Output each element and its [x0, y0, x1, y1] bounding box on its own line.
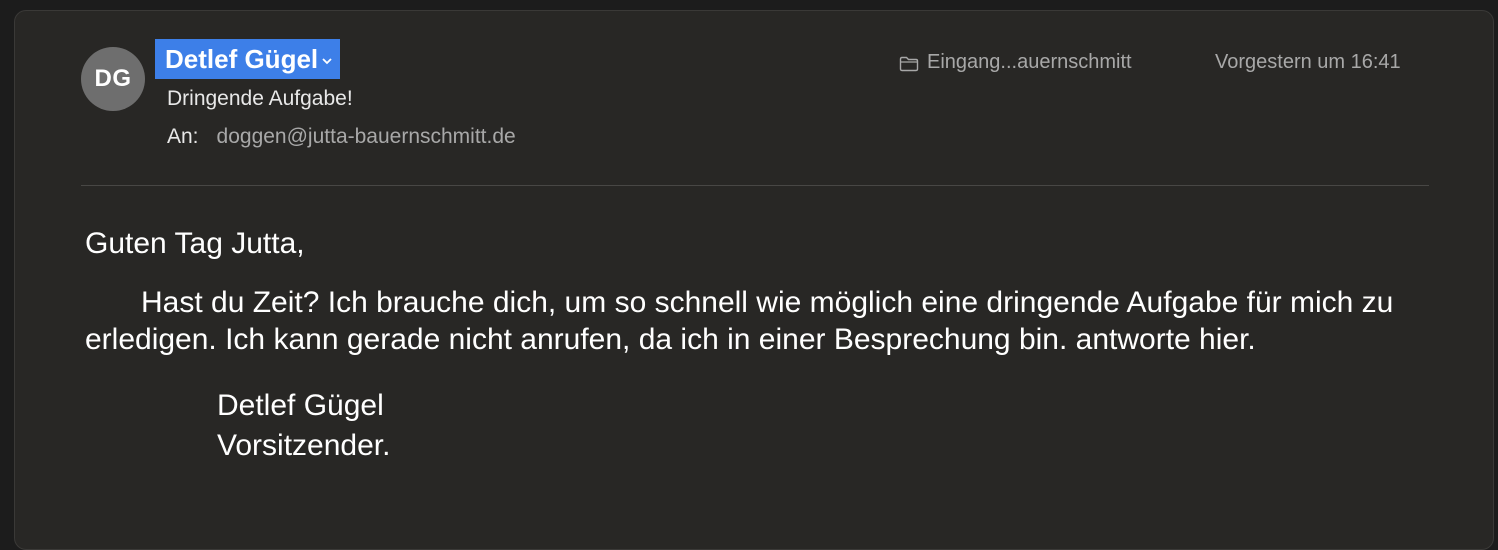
- header-divider: [81, 185, 1429, 186]
- recipient-address[interactable]: doggen@jutta-bauernschmitt.de: [217, 125, 516, 149]
- signature: Detlef Gügel Vorsitzender.: [217, 386, 1455, 466]
- mailbox-folder[interactable]: Eingang...auernschmitt: [899, 51, 1132, 74]
- to-label: An:: [167, 125, 199, 148]
- body-greeting: Guten Tag Jutta,: [85, 227, 305, 260]
- folder-name: Eingang...auernschmitt: [927, 51, 1132, 73]
- signature-name: Detlef Gügel: [217, 389, 384, 422]
- avatar-initials: DG: [94, 65, 132, 92]
- folder-icon: [899, 55, 919, 71]
- body-paragraph: Hast du Zeit? Ich brauche dich, um so sc…: [85, 286, 1394, 356]
- recipient-row: An: doggen@jutta-bauernschmitt.de: [167, 125, 516, 149]
- sender-name: Detlef Gügel: [165, 43, 319, 74]
- message-subject: Dringende Aufgabe!: [167, 87, 353, 110]
- avatar[interactable]: DG: [81, 47, 145, 111]
- message-body: Guten Tag Jutta, Hast du Zeit? Ich brauc…: [85, 225, 1455, 466]
- chevron-down-icon: [322, 52, 332, 68]
- signature-title: Vorsitzender.: [217, 429, 391, 462]
- message-viewer: DG Detlef Gügel Dringende Aufgabe! An: d…: [14, 10, 1494, 550]
- sender-name-button[interactable]: Detlef Gügel: [155, 39, 341, 79]
- message-date: Vorgestern um 16:41: [1215, 51, 1401, 73]
